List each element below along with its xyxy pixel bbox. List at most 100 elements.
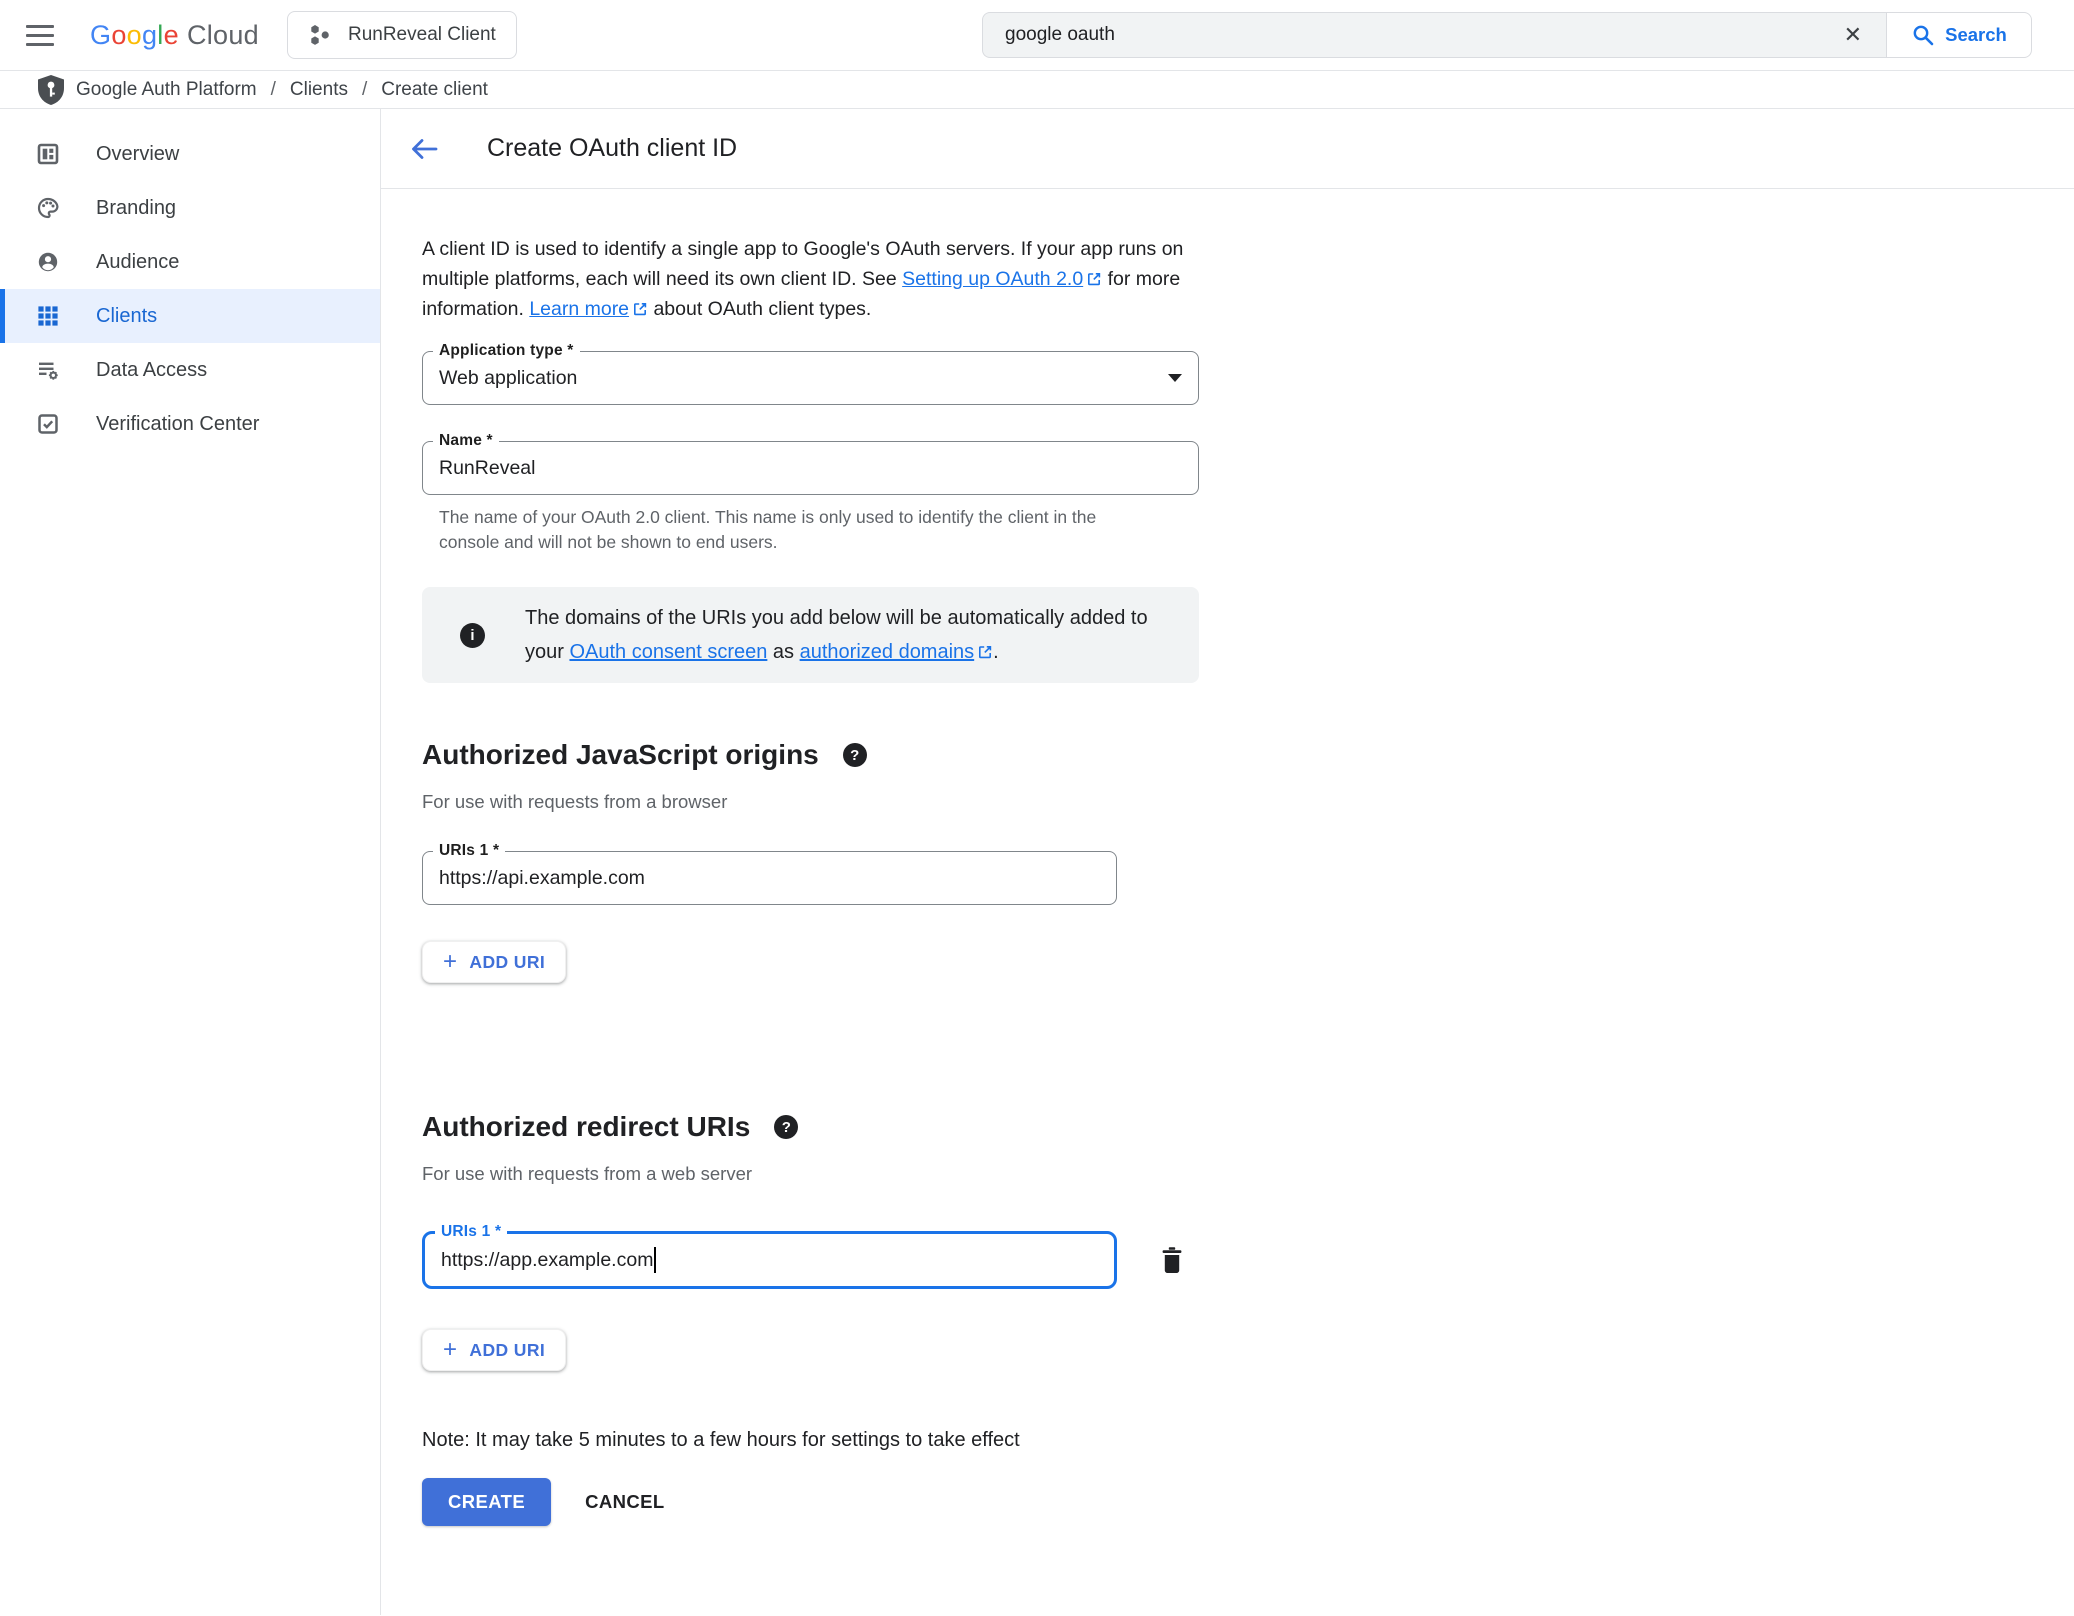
project-selector[interactable]: RunReveal Client	[287, 11, 517, 59]
breadcrumb-separator: /	[271, 79, 276, 101]
uri-label: URIs 1 *	[433, 842, 505, 860]
auth-platform-shield-icon	[38, 75, 64, 105]
oauth-consent-screen-link[interactable]: OAuth consent screen	[569, 641, 767, 663]
redirect-uris-subtitle: For use with requests from a web server	[422, 1163, 2074, 1185]
chevron-down-icon	[1168, 374, 1182, 382]
cancel-button[interactable]: CANCEL	[585, 1491, 664, 1513]
setting-up-oauth-link[interactable]: Setting up OAuth 2.0	[902, 268, 1102, 290]
authorized-domains-link[interactable]: authorized domains	[800, 641, 994, 663]
main-panel: Create OAuth client ID A client ID is us…	[381, 109, 2074, 1615]
search-button[interactable]: Search	[1886, 12, 2032, 58]
name-label: Name *	[433, 432, 499, 450]
form-content: A client ID is used to identify a single…	[381, 189, 2074, 1526]
sidebar-item-verification-center[interactable]: Verification Center	[0, 397, 380, 451]
info-icon: i	[460, 623, 485, 648]
palette-icon	[36, 196, 60, 220]
redirect-uri-field[interactable]: URIs 1 * https://app.example.com	[422, 1231, 1117, 1289]
logo-letter: e	[164, 20, 179, 51]
breadcrumb-item-auth-platform[interactable]: Google Auth Platform	[76, 79, 257, 101]
external-link-icon	[977, 644, 993, 660]
js-origin-uri-field[interactable]: URIs 1 * https://api.example.com	[422, 851, 1117, 905]
uri-value: https://app.example.com	[441, 1249, 653, 1272]
sidebar-item-branding[interactable]: Branding	[0, 181, 380, 235]
sidebar-item-label: Clients	[96, 305, 157, 328]
application-type-dropdown[interactable]: Application type * Web application	[422, 351, 1199, 405]
plus-icon: +	[443, 1338, 457, 1362]
info-text: .	[993, 641, 999, 663]
help-icon[interactable]: ?	[774, 1115, 798, 1139]
list-gear-icon	[36, 358, 60, 382]
intro-paragraph: A client ID is used to identify a single…	[422, 234, 1222, 324]
intro-text: about OAuth client types.	[648, 298, 871, 320]
section-title-text: Authorized redirect URIs	[422, 1111, 750, 1143]
uri-value: https://api.example.com	[439, 867, 645, 890]
text-cursor	[654, 1247, 656, 1273]
redirect-uris-section-title: Authorized redirect URIs ?	[422, 1111, 2074, 1143]
section-title-text: Authorized JavaScript origins	[422, 739, 819, 771]
breadcrumb-item-create-client[interactable]: Create client	[381, 79, 488, 101]
link-label: Learn more	[529, 298, 629, 320]
js-origins-section-title: Authorized JavaScript origins ?	[422, 739, 2074, 771]
add-uri-button-js-origins[interactable]: + ADD URI	[422, 941, 566, 983]
name-value: RunReveal	[439, 457, 535, 480]
sidebar-item-label: Overview	[96, 143, 179, 166]
person-icon	[36, 250, 60, 274]
logo-letter: g	[142, 20, 157, 51]
search-query-text: google oauth	[1005, 24, 1838, 46]
plus-icon: +	[443, 950, 457, 974]
application-type-label: Application type *	[433, 342, 580, 360]
logo-cloud-text: Cloud	[187, 20, 259, 51]
checkbox-icon	[36, 412, 60, 436]
logo-letter: o	[111, 20, 126, 51]
sidebar-item-clients[interactable]: Clients	[0, 289, 380, 343]
link-label: Setting up OAuth 2.0	[902, 268, 1083, 290]
uri-label: URIs 1 *	[435, 1223, 507, 1241]
search-input[interactable]: google oauth ✕	[982, 12, 1886, 58]
add-uri-label: ADD URI	[469, 1340, 545, 1361]
logo-letter: G	[90, 20, 111, 51]
sidebar-item-overview[interactable]: Overview	[0, 127, 380, 181]
page-title: Create OAuth client ID	[487, 134, 737, 163]
add-uri-button-redirect[interactable]: + ADD URI	[422, 1329, 566, 1371]
link-label: authorized domains	[800, 641, 975, 663]
link-label: OAuth consent screen	[569, 641, 767, 663]
name-helper-text: The name of your OAuth 2.0 client. This …	[439, 505, 1139, 555]
breadcrumb-separator: /	[362, 79, 367, 101]
delete-uri-trash-icon[interactable]	[1159, 1246, 1185, 1274]
clear-search-icon[interactable]: ✕	[1838, 22, 1868, 48]
google-cloud-logo[interactable]: Google Cloud	[90, 20, 259, 51]
name-field[interactable]: Name * RunReveal	[422, 441, 1199, 495]
add-uri-label: ADD URI	[469, 952, 545, 973]
create-button[interactable]: CREATE	[422, 1478, 551, 1526]
sidebar-item-label: Data Access	[96, 359, 207, 382]
grid-icon	[36, 304, 60, 328]
breadcrumb-item-clients[interactable]: Clients	[290, 79, 348, 101]
help-icon[interactable]: ?	[843, 743, 867, 767]
top-app-bar: Google Cloud RunReveal Client google oau…	[0, 0, 2074, 71]
form-actions: CREATE CANCEL	[422, 1478, 2074, 1526]
js-origins-subtitle: For use with requests from a browser	[422, 791, 2074, 813]
page-header: Create OAuth client ID	[381, 109, 2074, 189]
sidebar-item-data-access[interactable]: Data Access	[0, 343, 380, 397]
sidebar-item-label: Audience	[96, 251, 179, 274]
logo-letter: o	[127, 20, 142, 51]
info-text: as	[767, 641, 799, 663]
breadcrumb: Google Auth Platform / Clients / Create …	[0, 71, 2074, 109]
settings-note: Note: It may take 5 minutes to a few hou…	[422, 1429, 2074, 1452]
sidebar-item-audience[interactable]: Audience	[0, 235, 380, 289]
sidebar-item-label: Branding	[96, 197, 176, 220]
application-type-value: Web application	[439, 367, 577, 390]
project-name: RunReveal Client	[348, 24, 496, 46]
back-arrow-icon[interactable]	[407, 132, 441, 166]
overview-icon	[36, 142, 60, 166]
project-hexagons-icon	[308, 23, 332, 47]
info-banner-text: The domains of the URIs you add below wi…	[525, 601, 1169, 669]
sidebar-item-label: Verification Center	[96, 413, 259, 436]
menu-icon[interactable]	[26, 25, 54, 46]
external-link-icon	[632, 301, 648, 317]
info-banner: i The domains of the URIs you add below …	[422, 587, 1199, 683]
search-bar: google oauth ✕ Search	[982, 12, 2032, 58]
learn-more-link[interactable]: Learn more	[529, 298, 648, 320]
redirect-uri-row: URIs 1 * https://app.example.com	[422, 1231, 2074, 1289]
external-link-icon	[1086, 271, 1102, 287]
